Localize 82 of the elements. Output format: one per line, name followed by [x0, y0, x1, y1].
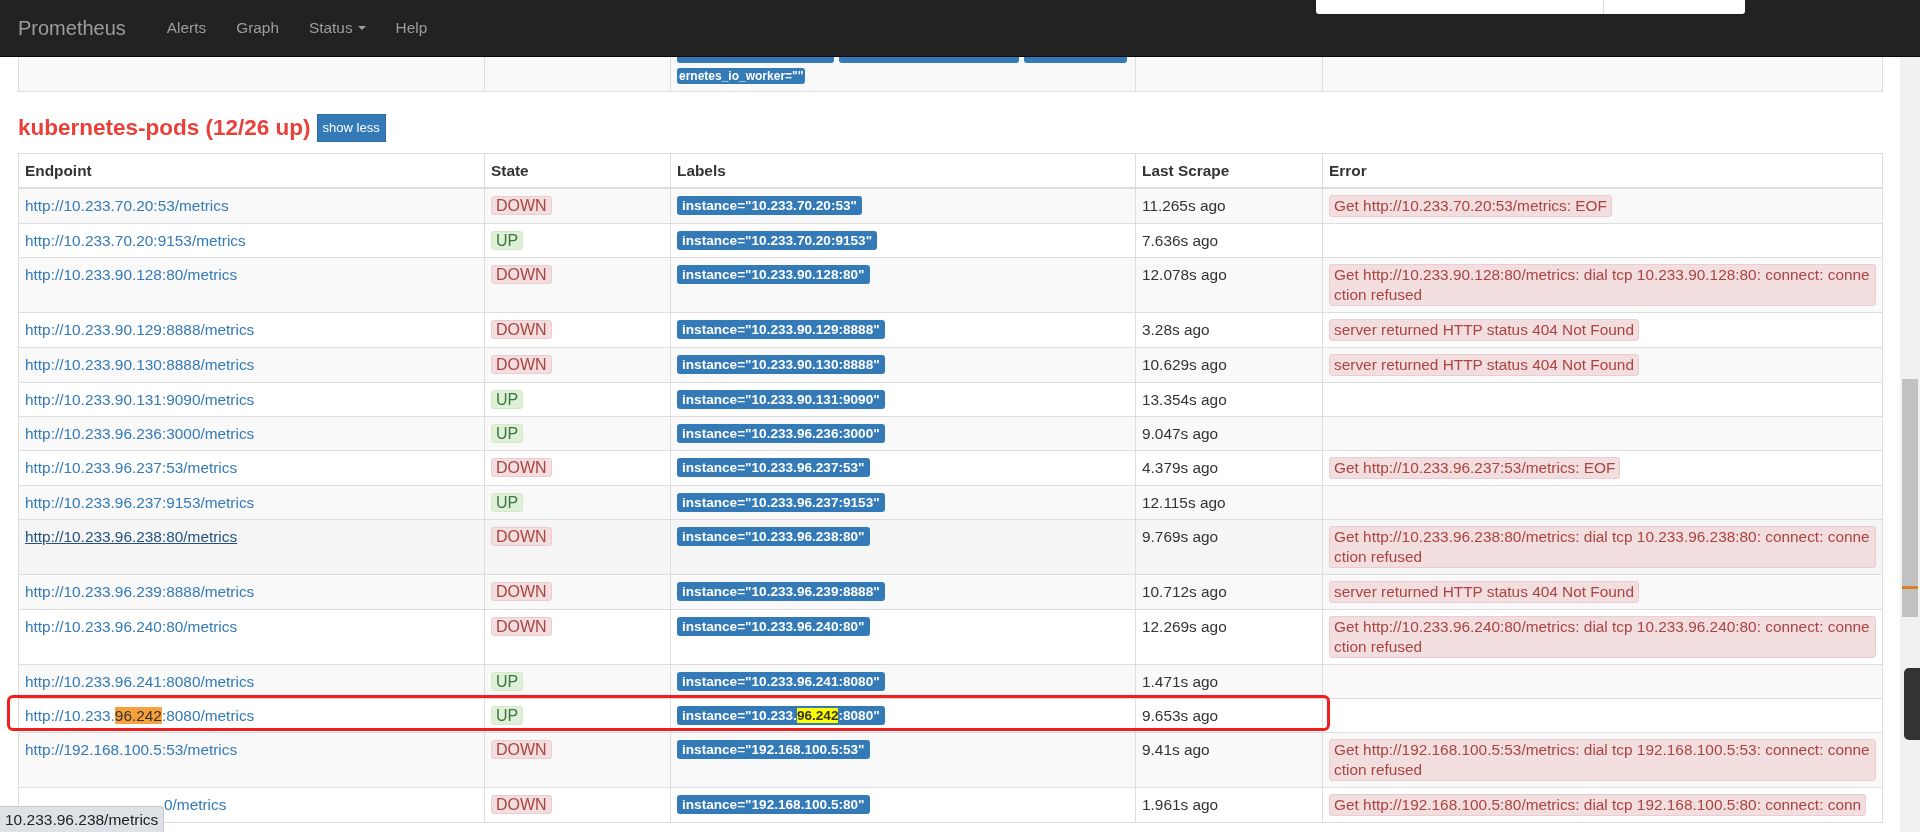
- last-scrape-text: 7.636s ago: [1142, 231, 1219, 249]
- last-scrape-text: 1.961s ago: [1142, 795, 1219, 813]
- last-scrape-text: 9.653s ago: [1142, 706, 1219, 724]
- last-scrape-text: 9.41s ago: [1142, 740, 1210, 758]
- state-badge: UP: [491, 671, 524, 691]
- last-scrape-text: 12.269s ago: [1142, 617, 1227, 635]
- column-header: Endpoint: [18, 153, 485, 188]
- state-badge: DOWN: [491, 195, 552, 215]
- state-badge: UP: [491, 230, 524, 250]
- endpoint-link[interactable]: http://10.233.90.128:80/metrics: [25, 265, 238, 283]
- endpoint-link[interactable]: http://10.233.96.238:80/metrics: [25, 527, 238, 545]
- label-badge: instance="10.233.96.239:8888": [677, 581, 885, 601]
- label-badge: instance="10.233.96.240:80": [677, 616, 870, 636]
- nav-link[interactable]: Status: [293, 16, 381, 40]
- label-badge: instance="192.168.100.5:80": [677, 794, 870, 814]
- state-badge: UP: [491, 705, 524, 725]
- label-badge: instance="10.233.90.131:9090": [677, 389, 885, 409]
- side-widget-icon: [1904, 668, 1920, 740]
- last-scrape-text: 12.115s ago: [1142, 493, 1226, 511]
- last-scrape-text: 10.629s ago: [1142, 355, 1227, 373]
- nav-link[interactable]: Graph: [221, 16, 294, 40]
- last-scrape-text: 11.265s ago: [1142, 196, 1226, 214]
- state-badge: DOWN: [491, 581, 552, 601]
- error-badge: Get http://10.233.96.237:53/metrics: EOF: [1329, 456, 1621, 479]
- label-badge: instance="10.233.96.238:80": [677, 526, 870, 546]
- error-badge: Get http://192.168.100.5:53/metrics: dial tcp 192.168.100.5:53: connect: connection refused: [1329, 738, 1876, 781]
- last-scrape-text: 13.354s ago: [1142, 390, 1227, 408]
- show-less-button[interactable]: show less: [316, 113, 386, 142]
- label-badge: instance="10.233.70.20:53": [677, 195, 862, 215]
- last-scrape-text: 9.769s ago: [1142, 527, 1219, 545]
- caret-icon: [357, 26, 366, 30]
- state-badge: DOWN: [491, 616, 552, 636]
- column-header: State: [484, 153, 671, 188]
- last-scrape-text: 4.379s ago: [1142, 458, 1219, 476]
- last-scrape-text: 3.28s ago: [1142, 320, 1210, 338]
- section-heading: kubernetes-pods (12/26 up): [18, 113, 311, 142]
- state-badge: DOWN: [491, 319, 552, 339]
- label-badge: ernetes_io_worker="": [677, 68, 806, 84]
- state-badge: DOWN: [491, 354, 552, 374]
- label-badge: instance="10.233.96.237:9153": [677, 492, 885, 512]
- label-badge: instance="10.233.90.130:8888": [677, 354, 885, 374]
- state-badge: UP: [491, 389, 524, 409]
- label-badge: instance="10.233.90.129:8888": [677, 319, 885, 339]
- label-badge: instance="192.168.100.5:53": [677, 739, 870, 759]
- error-badge: server returned HTTP status 404 Not Found: [1329, 318, 1639, 341]
- label-badge: instance="10.233.96.237:53": [677, 457, 870, 477]
- scrollbar-thumb[interactable]: [1902, 379, 1918, 617]
- column-header: Error: [1322, 153, 1883, 188]
- state-badge: DOWN: [491, 739, 552, 759]
- state-badge: DOWN: [491, 794, 552, 814]
- label-badge: instance="10.233.96.241:8080": [677, 671, 885, 691]
- state-badge: UP: [491, 423, 524, 443]
- error-badge: Get http://10.233.70.20:53/metrics: EOF: [1329, 194, 1612, 217]
- endpoint-link[interactable]: 0/metrics: [164, 795, 227, 813]
- scrollbar[interactable]: [1900, 57, 1920, 832]
- last-scrape-text: 12.078s ago: [1142, 265, 1227, 283]
- last-scrape-text: 10.712s ago: [1142, 582, 1227, 600]
- marker-icon: [1902, 586, 1918, 589]
- nav-link[interactable]: Help: [380, 16, 443, 40]
- endpoint-link[interactable]: http://10.233.96.240:80/metrics: [25, 617, 238, 635]
- nav-link[interactable]: Alerts: [151, 16, 222, 40]
- label-badge: instance="10.233.96.242:8080": [677, 705, 885, 725]
- error-badge: server returned HTTP status 404 Not Found: [1329, 353, 1639, 376]
- column-header: Labels: [670, 153, 1136, 188]
- error-badge: Get http://10.233.96.240:80/metrics: dial tcp 10.233.96.240:80: connect: connection refused: [1329, 615, 1876, 658]
- error-badge: Get http://10.233.96.238:80/metrics: dial tcp 10.233.96.238:80: connect: connection refused: [1329, 525, 1876, 568]
- state-badge: UP: [491, 492, 524, 512]
- last-scrape-text: 9.047s ago: [1142, 424, 1219, 442]
- error-badge: Get http://10.233.90.128:80/metrics: dial tcp 10.233.90.128:80: connect: connection refused: [1329, 263, 1876, 306]
- endpoint-link[interactable]: http://192.168.100.5:53/metrics: [25, 740, 238, 758]
- label-badge: instance="10.233.90.128:80": [677, 264, 870, 284]
- label-badge: instance="10.233.70.20:9153": [677, 230, 878, 250]
- column-header: Last Scrape: [1135, 153, 1323, 188]
- error-badge: Get http://192.168.100.5:80/metrics: dial tcp 192.168.100.5:80: connect: conn: [1329, 793, 1867, 816]
- state-badge: DOWN: [491, 526, 552, 546]
- error-badge: server returned HTTP status 404 Not Found: [1329, 580, 1639, 603]
- last-scrape-text: 1.471s ago: [1142, 672, 1219, 690]
- state-badge: DOWN: [491, 264, 552, 284]
- brand-link[interactable]: Prometheus: [18, 13, 126, 43]
- status-bar: 10.233.96.238/metrics: [0, 806, 165, 832]
- state-badge: DOWN: [491, 457, 552, 477]
- label-badge: instance="10.233.96.236:3000": [677, 423, 885, 443]
